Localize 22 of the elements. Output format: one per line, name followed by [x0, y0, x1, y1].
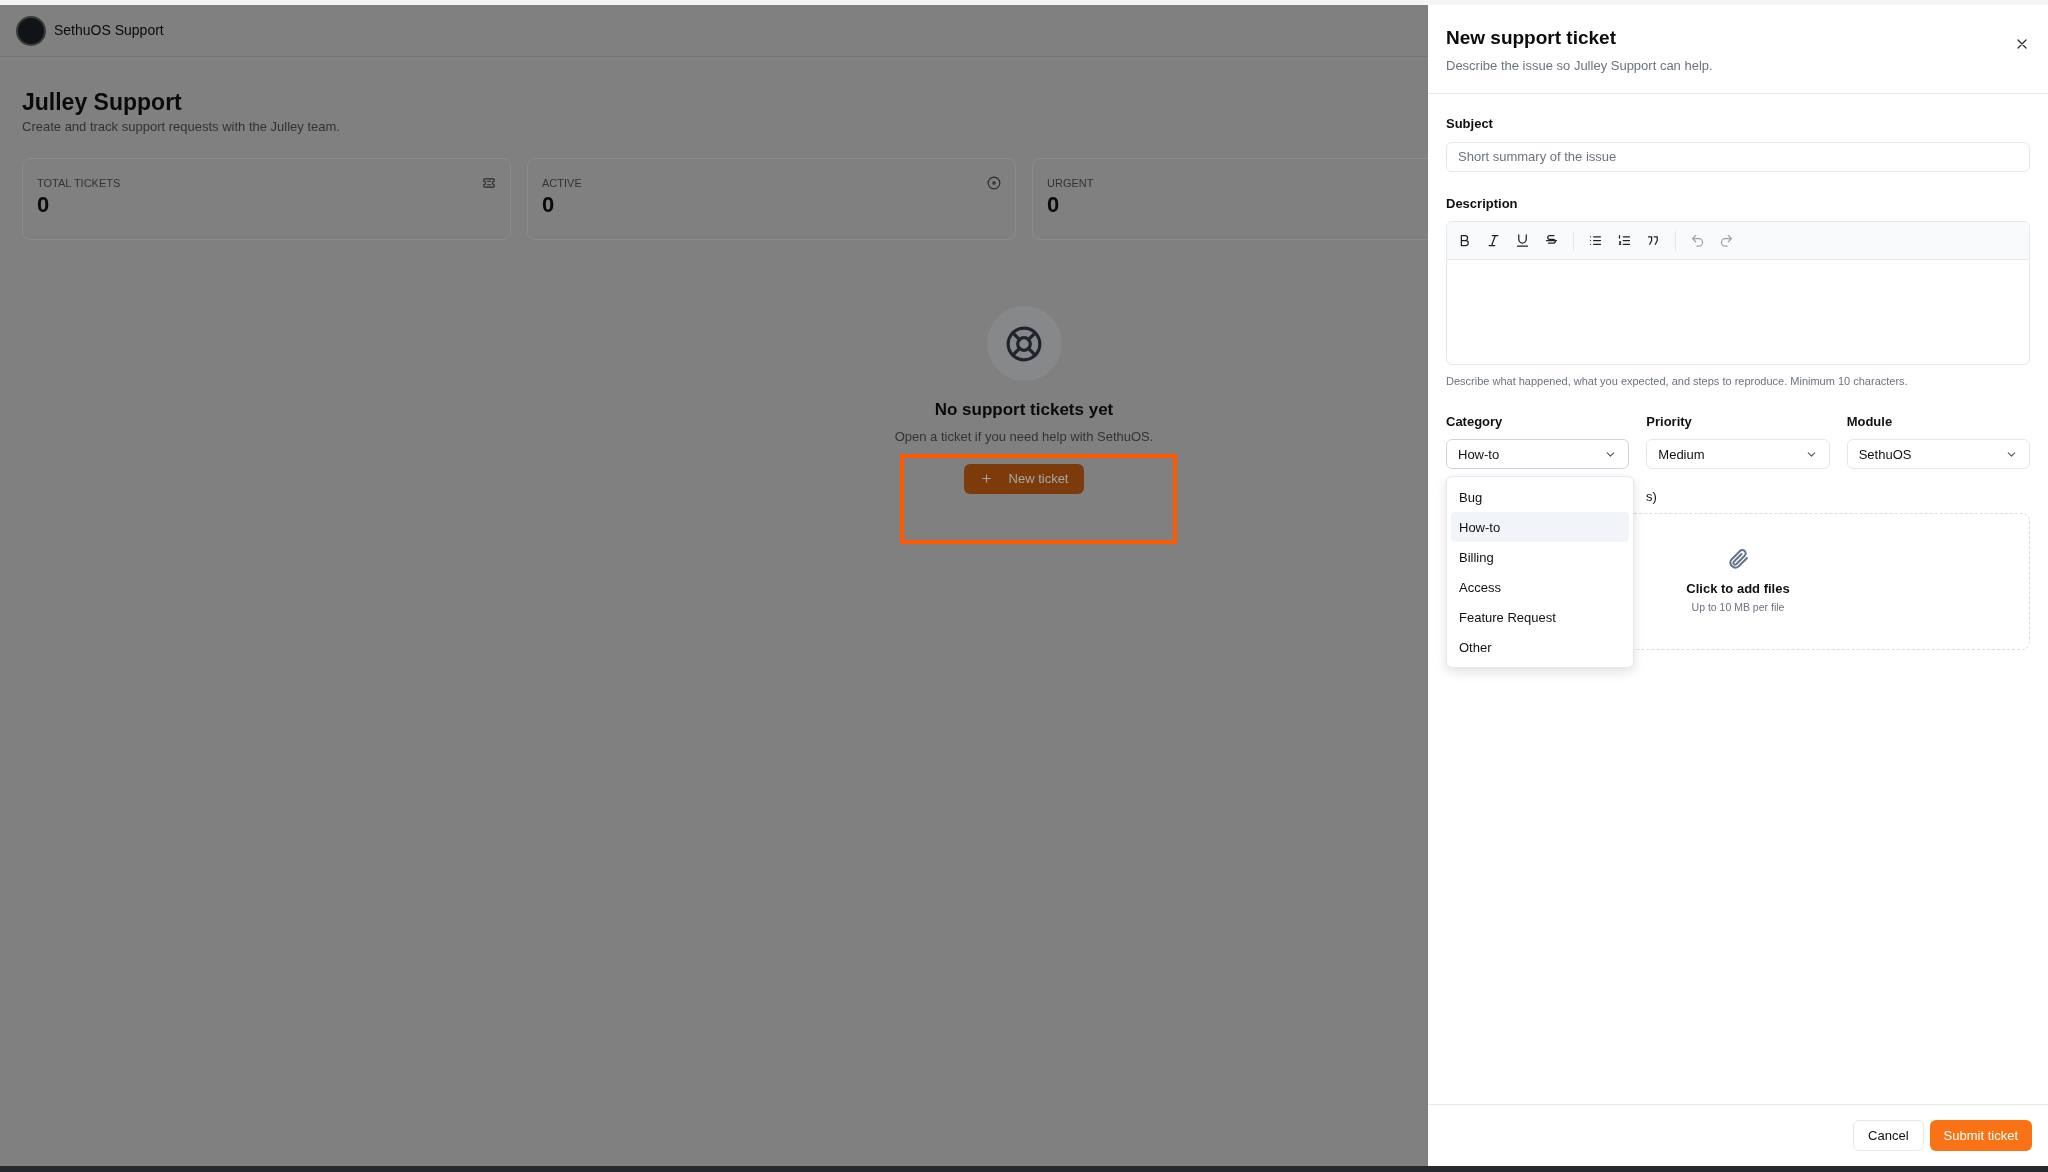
stat-label: ACTIVE [542, 176, 582, 192]
stat-value: 0 [1047, 191, 1060, 218]
drop-zone-text: Click to add files [1686, 579, 1790, 598]
drawer-title: New support ticket [1446, 27, 1617, 50]
empty-title: No support tickets yet [934, 399, 1114, 422]
drawer-subtitle: Describe the issue so Julley Support can help. [1446, 56, 1713, 75]
attachments-label: s) [1646, 488, 1657, 507]
empty-text: Open a ticket if you need help with SethuOS. [894, 427, 1154, 446]
field-label: Priority [1646, 412, 1692, 431]
app-name: SethuOS Support [54, 21, 164, 40]
field-label: Subject [1446, 115, 1493, 134]
stat-label: URGENT [1047, 176, 1094, 192]
drop-zone-hint: Up to 10 MB per file [1691, 600, 1785, 616]
field-label: Module [1846, 412, 1893, 431]
stat-value: 0 [37, 191, 50, 218]
page-title: Julley Support [22, 89, 182, 117]
field-label: Category [1446, 412, 1503, 431]
field-hint: Describe what happened, what you expected, and steps to reproduce. Minimum 10 characters. [1446, 374, 1908, 390]
stat-label: TOTAL TICKETS [37, 176, 121, 192]
page-subtitle: Create and track support requests with the Julley team. [22, 117, 340, 136]
field-label: Description [1446, 194, 1518, 213]
stat-value: 0 [542, 191, 555, 218]
